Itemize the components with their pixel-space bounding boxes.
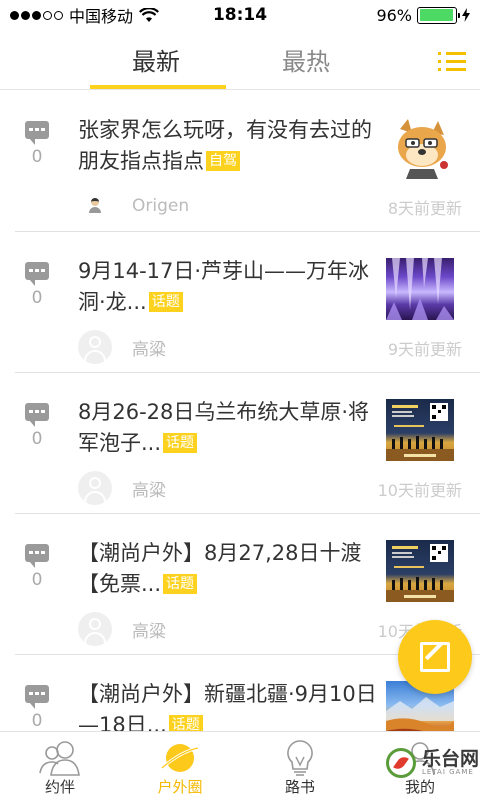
- post-title[interactable]: 【潮尚户外】新疆北疆·9月10日—18日... 话题: [78, 679, 378, 731]
- compose-button[interactable]: [398, 620, 472, 694]
- post-tag: 话题: [163, 574, 198, 594]
- wifi-icon: [139, 7, 159, 22]
- comment-icon: [25, 262, 49, 286]
- comment-count: 0: [24, 403, 50, 449]
- nav-item-outdoor-circle[interactable]: 户外圈: [120, 732, 240, 800]
- post-author[interactable]: 高粱: [78, 612, 166, 646]
- post-tag: 话题: [163, 433, 198, 453]
- post-author[interactable]: 高粱: [78, 471, 166, 505]
- hiking-poster-image[interactable]: [386, 399, 454, 461]
- comment-count: 0: [24, 121, 50, 167]
- ice-cave-image[interactable]: [386, 258, 454, 320]
- cartoon-dog-image[interactable]: [386, 117, 454, 179]
- battery-icon: [417, 6, 460, 24]
- nav-item-roadbook[interactable]: 路书: [240, 732, 360, 800]
- comment-icon: [25, 403, 49, 427]
- post-title[interactable]: 8月26-28日乌兰布统大草原·将军泡子... 话题: [78, 397, 378, 459]
- updated-time: 8天前更新: [387, 199, 462, 218]
- status-bar: 中国移动 18:14 96%: [0, 0, 480, 30]
- updated-time: 10天前更新: [377, 481, 462, 500]
- comment-icon: [25, 544, 49, 568]
- post-author[interactable]: 高粱: [78, 330, 166, 364]
- post-author[interactable]: Origen: [78, 189, 189, 223]
- site-watermark: 乐台网 LETAI GAME: [386, 748, 479, 778]
- hiking-poster-image[interactable]: [386, 540, 454, 602]
- avatar: [78, 612, 112, 646]
- comment-icon: [25, 121, 49, 145]
- comment-icon: [25, 685, 49, 709]
- planet-icon: [161, 744, 199, 772]
- lightbulb-icon: [287, 740, 313, 776]
- post-title[interactable]: 【潮尚户外】8月27,28日十渡【免票... 话题: [78, 538, 378, 600]
- site-logo-icon: [386, 748, 416, 778]
- avatar: [78, 330, 112, 364]
- tab-bar: 最新 最热: [0, 30, 480, 90]
- post-item[interactable]: 0 9月14-17日·芦芽山——万年冰洞·龙... 话题 高粱 9天前更新: [0, 232, 480, 373]
- post-tag: 话题: [148, 292, 183, 312]
- avatar: [78, 189, 112, 223]
- updated-time: 9天前更新: [387, 340, 462, 359]
- list-menu-icon[interactable]: [438, 50, 466, 74]
- post-item[interactable]: 0 8月26-28日乌兰布统大草原·将军泡子... 话题 高粱 10天前更新: [0, 373, 480, 514]
- post-title[interactable]: 张家界怎么玩呀，有没有去过的朋友指点指点 自驾: [78, 115, 378, 177]
- signal-strength-icon: [10, 10, 63, 20]
- nav-item-companions[interactable]: 约伴: [0, 732, 120, 800]
- post-title[interactable]: 9月14-17日·芦芽山——万年冰洞·龙... 话题: [78, 256, 378, 318]
- comment-count: 0: [24, 685, 50, 731]
- charging-bolt-icon: [462, 8, 470, 22]
- post-tag: 话题: [168, 715, 203, 731]
- tab-hottest[interactable]: 最热: [282, 42, 330, 77]
- tab-latest[interactable]: 最新: [132, 42, 180, 77]
- people-icon: [39, 741, 80, 776]
- carrier-label: 中国移动: [69, 7, 134, 26]
- post-tag: 自驾: [206, 151, 240, 171]
- avatar: [78, 471, 112, 505]
- comment-count: 0: [24, 544, 50, 590]
- comment-count: 0: [24, 262, 50, 308]
- active-tab-indicator: [90, 85, 226, 89]
- post-item[interactable]: 0 张家界怎么玩呀，有没有去过的朋友指点指点 自驾 Origen 8天前更新: [0, 91, 480, 232]
- battery-percent: 96%: [376, 5, 412, 25]
